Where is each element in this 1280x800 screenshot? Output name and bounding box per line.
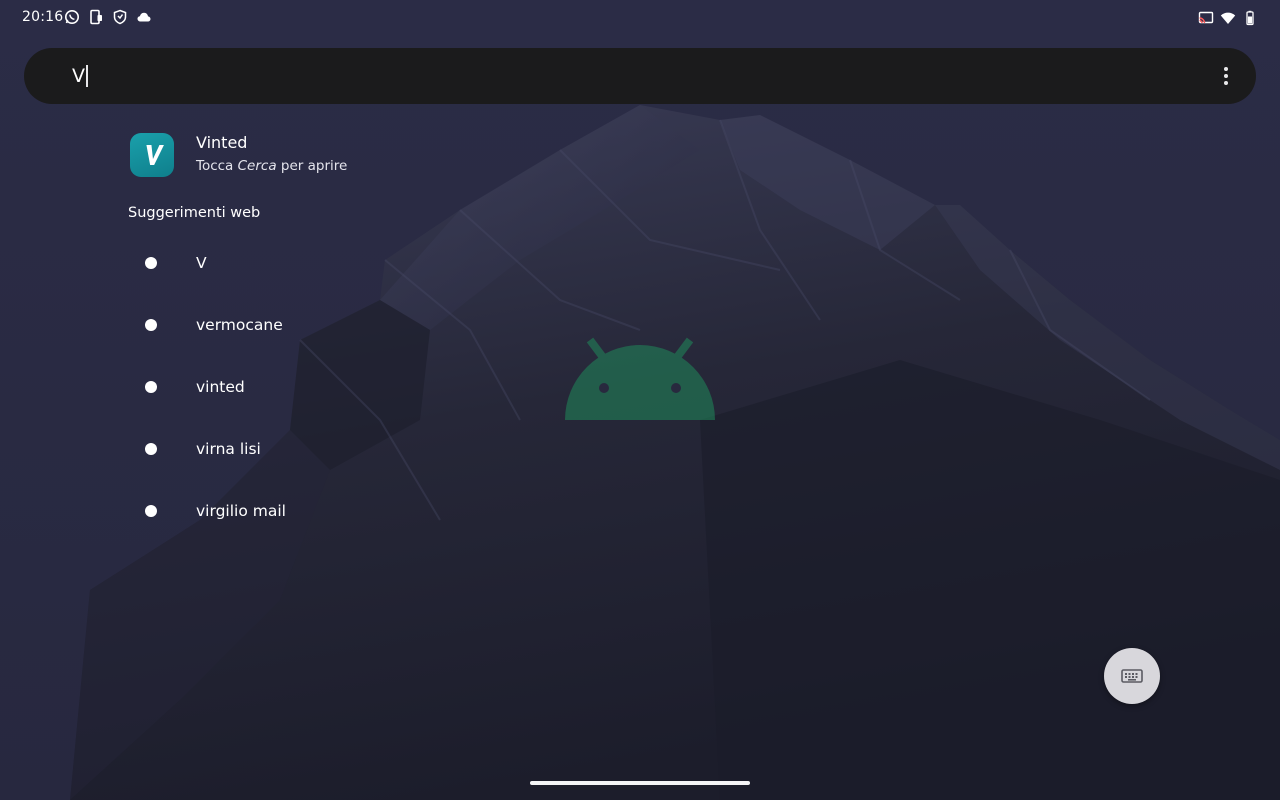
more-options-button[interactable] — [1210, 60, 1242, 92]
more-vert-icon — [1224, 67, 1228, 85]
bullet-icon — [145, 381, 157, 393]
web-suggestion-item[interactable]: virna lisi — [128, 418, 488, 480]
bullet-icon — [145, 443, 157, 455]
suggestion-label: vinted — [196, 378, 245, 396]
suggestion-label: vermocane — [196, 316, 283, 334]
suggestion-label: V — [196, 254, 207, 272]
web-suggestion-item[interactable]: vinted — [128, 356, 488, 418]
app-result-text: Vinted Tocca Cerca per aprire — [196, 132, 347, 175]
status-bar: 20:16 — [0, 0, 1280, 36]
status-time: 20:16 — [22, 9, 64, 25]
keyboard-icon — [1121, 669, 1143, 683]
app-hint: Tocca Cerca per aprire — [196, 158, 348, 174]
bullet-icon — [145, 319, 157, 331]
cast-icon — [1198, 11, 1214, 24]
status-system-icons — [1198, 10, 1258, 26]
web-suggestion-item[interactable]: V — [128, 232, 488, 294]
app-name: Vinted — [196, 133, 248, 152]
search-query: V — [72, 65, 85, 87]
app-result-vinted[interactable]: Vinted Tocca Cerca per aprire — [128, 132, 347, 180]
suggestion-label: virna lisi — [196, 440, 261, 458]
navigation-gesture-handle[interactable] — [530, 781, 750, 785]
search-input[interactable]: V — [72, 64, 88, 88]
show-keyboard-button[interactable] — [1104, 648, 1160, 704]
suggestion-label: virgilio mail — [196, 502, 286, 520]
whatsapp-icon — [65, 10, 79, 24]
web-suggestion-item[interactable]: vermocane — [128, 294, 488, 356]
bullet-icon — [145, 505, 157, 517]
battery-icon — [1246, 10, 1254, 26]
vinted-logo-icon — [146, 145, 164, 165]
web-suggestion-item[interactable]: virgilio mail — [128, 480, 488, 542]
web-suggestions-heading: Suggerimenti web — [128, 205, 261, 221]
search-bar[interactable]: V — [24, 48, 1256, 104]
vinted-app-icon — [130, 133, 174, 177]
phone-tablet-icon — [90, 9, 102, 25]
status-notification-icons — [64, 9, 152, 25]
text-cursor — [86, 65, 88, 87]
shield-icon — [113, 9, 127, 25]
wifi-icon — [1220, 12, 1236, 24]
bullet-icon — [145, 257, 157, 269]
cloud-icon — [137, 12, 151, 22]
web-suggestions-list: V vermocane vinted virna lisi virgilio m… — [128, 232, 488, 542]
